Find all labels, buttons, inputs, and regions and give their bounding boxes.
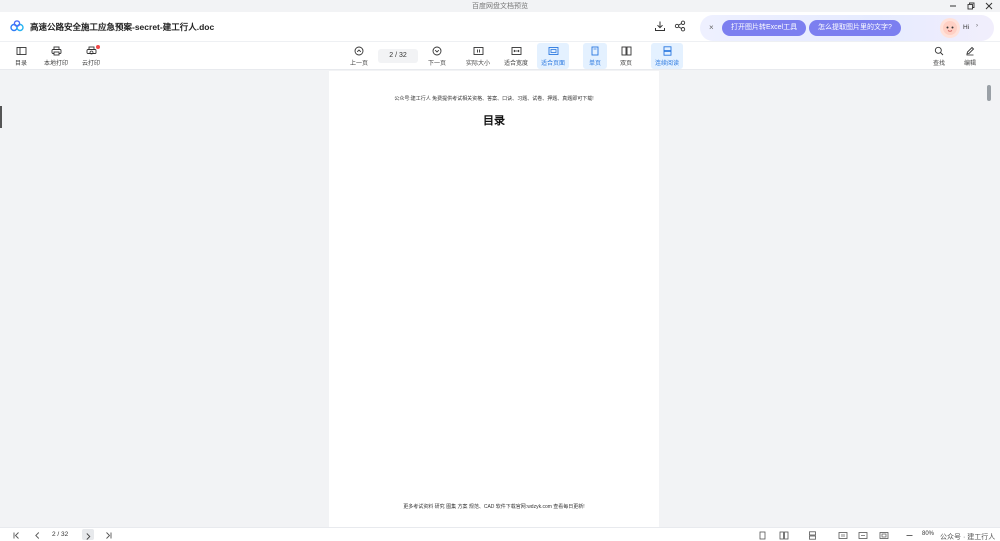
document-page: 公众号:建工行人 免费提供考试相关资格、答案、口诀、习题、试卷、押题、真题即可下…	[329, 71, 659, 527]
share-icon[interactable]	[674, 20, 686, 32]
double-page-icon	[779, 531, 789, 539]
edit-button[interactable]: 编辑	[959, 43, 981, 69]
chevron-right-icon	[86, 533, 91, 540]
single-page-button[interactable]: 单页	[583, 43, 607, 69]
fit-page-icon	[548, 47, 558, 55]
page-header-text: 公众号:建工行人 免费提供考试相关资格、答案、口诀、习题、试卷、押题、真题即可下…	[394, 96, 594, 102]
window-title: 百度网盘文档预览	[472, 3, 528, 10]
find-label: 查找	[932, 61, 945, 67]
minimize-button[interactable]	[948, 1, 958, 11]
baidu-netdisk-logo-icon	[10, 20, 24, 32]
document-header: 高速公路安全施工应急预案-secret-建工行人.doc × 打开图片转Exce…	[0, 12, 1000, 42]
ai-promo-bar: × 打开图片转Excel工具 怎么提取图片里的文字? Hi ›	[700, 15, 994, 41]
status-prev-button[interactable]	[33, 530, 42, 540]
double-page-label: 双页	[619, 61, 632, 67]
fit-page-button[interactable]: 适合页面	[537, 43, 569, 69]
assistant-avatar[interactable]	[940, 18, 960, 38]
cloud-print-label: 云打印	[81, 61, 100, 67]
contents-button[interactable]: 目录	[10, 43, 32, 69]
status-page-indicator[interactable]: 2 / 32	[52, 531, 68, 538]
document-viewport[interactable]: 公众号:建工行人 免费提供考试相关资格、答案、口诀、习题、试卷、押题、真题即可下…	[0, 71, 1000, 527]
vertical-scrollbar[interactable]	[987, 85, 991, 101]
actual-size-label: 实际大小	[465, 61, 490, 67]
window-titlebar: 百度网盘文档预览	[0, 0, 1000, 12]
side-panel-handle[interactable]	[0, 106, 2, 128]
continuous-read-icon	[663, 46, 671, 56]
status-continuous-button[interactable]	[808, 530, 817, 540]
last-page-icon	[106, 531, 112, 539]
search-icon	[934, 46, 944, 56]
fit-width-icon	[858, 531, 868, 539]
status-fit-page-button[interactable]	[879, 530, 889, 540]
close-icon	[985, 2, 993, 10]
minimize-icon	[950, 5, 956, 7]
page-footer-text: 更多考试资料 研究 图集 方案 规范、CAD 软件下载官网:wdzyk.com …	[403, 504, 585, 510]
double-page-icon	[621, 46, 631, 56]
single-page-icon	[591, 46, 599, 56]
next-page-label: 下一页	[427, 61, 446, 67]
arrow-down-circle-icon	[432, 46, 442, 56]
status-single-page-button[interactable]	[758, 530, 767, 540]
next-page-button[interactable]: 下一页	[425, 43, 449, 69]
status-double-page-button[interactable]	[779, 530, 789, 540]
window-controls	[948, 0, 994, 12]
fit-width-button[interactable]: 适合宽度	[501, 43, 531, 69]
fit-page-label: 适合页面	[540, 61, 565, 67]
restore-icon	[967, 2, 975, 10]
status-next-button[interactable]	[82, 529, 94, 540]
first-page-icon	[13, 531, 19, 539]
printer-icon	[51, 46, 61, 56]
assistant-greeting: Hi	[963, 24, 970, 31]
page-heading: 目录	[483, 115, 505, 127]
minus-icon	[906, 534, 913, 536]
double-page-button[interactable]: 双页	[614, 43, 638, 69]
pencil-icon	[966, 46, 975, 56]
restore-button[interactable]	[966, 1, 976, 11]
continuous-read-button[interactable]: 连续阅读	[651, 43, 683, 69]
edit-label: 编辑	[963, 61, 976, 67]
continuous-read-label: 连续阅读	[654, 61, 679, 67]
contents-icon	[16, 47, 26, 55]
zoom-out-button[interactable]	[905, 530, 914, 540]
status-fit-width-button[interactable]	[858, 530, 868, 540]
zoom-level[interactable]: 80%	[922, 531, 934, 537]
page-number-input[interactable]: 2 / 32	[378, 49, 418, 63]
viewer-toolbar: 目录 本地打印 云打印 上一页 下一页 实际大小 适合宽度 适合页面 单页 双页…	[0, 42, 1000, 70]
fit-width-icon	[511, 47, 521, 55]
single-page-icon	[759, 531, 766, 539]
cloud-printer-icon	[86, 46, 96, 55]
status-bar: 2 / 32 80%	[0, 527, 1000, 541]
image-to-excel-button[interactable]: 打开图片转Excel工具	[722, 20, 807, 36]
fit-width-label: 适合宽度	[503, 61, 528, 67]
last-page-button[interactable]	[104, 530, 113, 540]
find-button[interactable]: 查找	[928, 43, 950, 69]
arrow-up-circle-icon	[354, 46, 364, 56]
close-window-button[interactable]	[984, 1, 994, 11]
contents-label: 目录	[14, 61, 27, 67]
document-title: 高速公路安全施工应急预案-secret-建工行人.doc	[30, 22, 215, 32]
single-page-label: 单页	[588, 61, 601, 67]
status-actual-size-button[interactable]	[838, 530, 848, 540]
continuous-read-icon	[809, 530, 816, 540]
assistant-caret[interactable]: ›	[976, 23, 978, 29]
chevron-left-icon	[35, 531, 40, 539]
first-page-button[interactable]	[12, 530, 21, 540]
prev-page-button[interactable]: 上一页	[347, 43, 371, 69]
fit-page-icon	[879, 531, 889, 539]
download-icon[interactable]	[654, 20, 666, 32]
local-print-button[interactable]: 本地打印	[41, 43, 71, 69]
extract-text-button[interactable]: 怎么提取图片里的文字?	[809, 20, 901, 36]
actual-size-button[interactable]: 实际大小	[463, 43, 493, 69]
cloud-print-badge	[96, 45, 100, 49]
promo-close-button[interactable]: ×	[709, 23, 714, 32]
actual-size-icon	[473, 47, 483, 55]
prev-page-label: 上一页	[349, 61, 368, 67]
watermark-text: 公众号 · 建工行人	[940, 534, 996, 541]
actual-size-icon	[838, 531, 848, 539]
local-print-label: 本地打印	[43, 61, 68, 67]
assistant-face-icon	[943, 21, 957, 35]
